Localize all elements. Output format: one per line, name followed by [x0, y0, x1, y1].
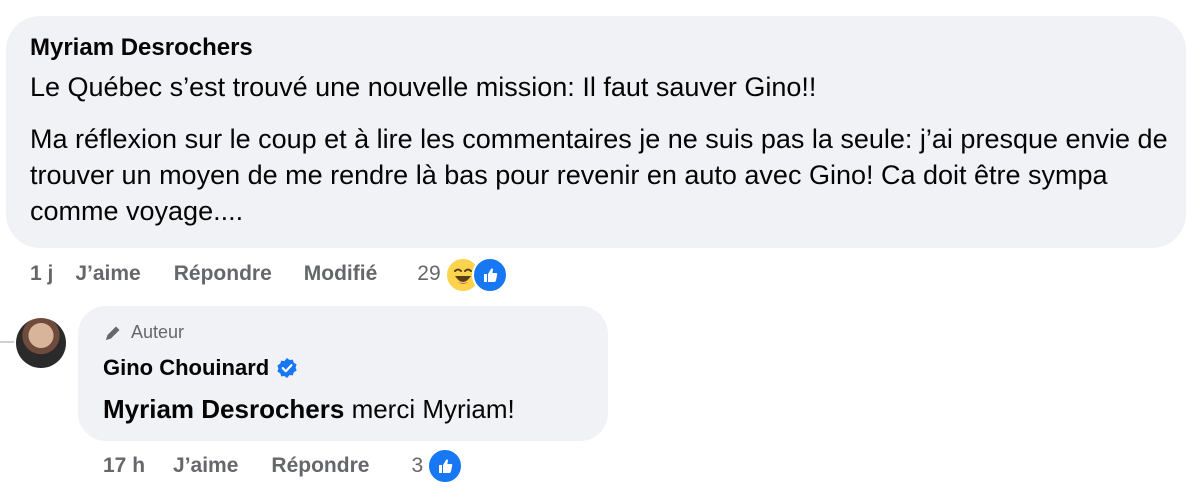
- comment-timestamp[interactable]: 1 j: [30, 262, 53, 286]
- reply-actions: 17 h J’aime Répondre 3: [103, 448, 464, 484]
- reply-message: merci Myriam!: [344, 394, 515, 424]
- reaction-icons[interactable]: [444, 257, 513, 293]
- comment-author-name[interactable]: Myriam Desrochers: [30, 34, 253, 62]
- reply-timestamp[interactable]: 17 h: [103, 454, 145, 478]
- reply-author-name[interactable]: Gino Chouinard: [103, 355, 269, 381]
- reaction-count[interactable]: 29: [417, 262, 440, 286]
- avatar[interactable]: [16, 318, 66, 368]
- reply-reply-button[interactable]: Répondre: [271, 454, 369, 478]
- reply-like-button[interactable]: J’aime: [173, 454, 238, 478]
- reply-author: Gino Chouinard: [103, 355, 298, 381]
- mention-link[interactable]: Myriam Desrochers: [103, 394, 344, 424]
- comment-text-paragraph: Ma réflexion sur le coup et à lire les c…: [30, 124, 1168, 226]
- like-button[interactable]: J’aime: [75, 262, 140, 286]
- comment-thread: Myriam Desrochers Le Québec s’est trouvé…: [0, 0, 1200, 497]
- comment-actions: 1 j J’aime Répondre Modifié 29: [30, 257, 513, 293]
- edited-label[interactable]: Modifié: [304, 262, 378, 286]
- author-badge-label: Auteur: [131, 322, 185, 342]
- reply-button[interactable]: Répondre: [174, 262, 272, 286]
- reply-reaction-count[interactable]: 3: [411, 454, 423, 478]
- verified-badge-icon: [277, 358, 297, 378]
- like-reaction-icon[interactable]: [427, 448, 464, 484]
- comment-text-line: Le Québec s’est trouvé une nouvelle miss…: [30, 72, 817, 102]
- pen-icon: [106, 326, 120, 340]
- thread-connector-line: [0, 341, 14, 343]
- like-reaction-icon: [471, 257, 508, 293]
- reply-text: Myriam Desrochers merci Myriam!: [103, 392, 515, 426]
- author-badge: Auteur: [103, 322, 184, 343]
